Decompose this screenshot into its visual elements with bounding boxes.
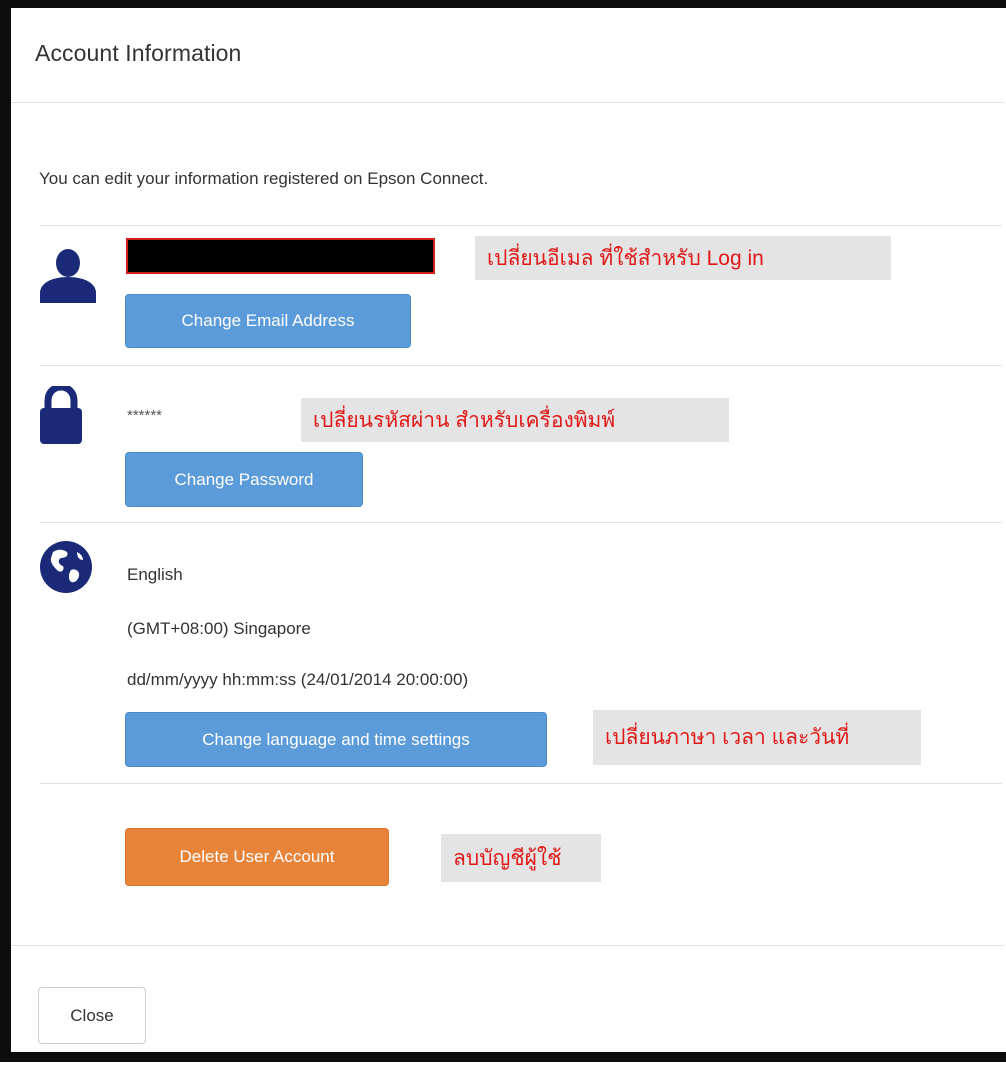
email-note: เปลี่ยนอีเมล ที่ใช้สำหรับ Log in (475, 236, 891, 280)
account-information-dialog: Account Information You can edit your in… (0, 0, 1006, 1062)
delete-user-account-button[interactable]: Delete User Account (125, 828, 389, 886)
footer-divider (11, 945, 1004, 946)
section-divider (40, 225, 1002, 226)
user-icon (38, 249, 98, 308)
section-divider (40, 783, 1002, 784)
timezone-value: (GMT+08:00) Singapore (127, 619, 311, 638)
delete-note: ลบบัญชีผู้ใช้ (441, 834, 601, 882)
globe-icon (39, 540, 93, 599)
password-note: เปลี่ยนรหัสผ่าน สำหรับเครื่องพิมพ์ (301, 398, 729, 442)
language-value: English (127, 565, 183, 584)
datetime-format-value: dd/mm/yyyy hh:mm:ss (24/01/2014 20:00:00… (127, 670, 469, 689)
masked-password: ****** (127, 407, 163, 424)
language-note: เปลี่ยนภาษา เวลา และวันที่ (593, 710, 921, 765)
close-button[interactable]: Close (38, 987, 146, 1044)
email-address-redacted (126, 238, 435, 274)
lock-icon (40, 383, 82, 449)
change-language-time-button[interactable]: Change language and time settings (125, 712, 547, 767)
change-password-button[interactable]: Change Password (125, 452, 363, 507)
intro-text: You can edit your information registered… (39, 169, 489, 188)
section-divider (40, 365, 1002, 366)
header-divider (11, 102, 1004, 103)
dialog-title: Account Information (35, 40, 242, 66)
section-divider (40, 522, 1002, 523)
change-email-button[interactable]: Change Email Address (125, 294, 411, 348)
